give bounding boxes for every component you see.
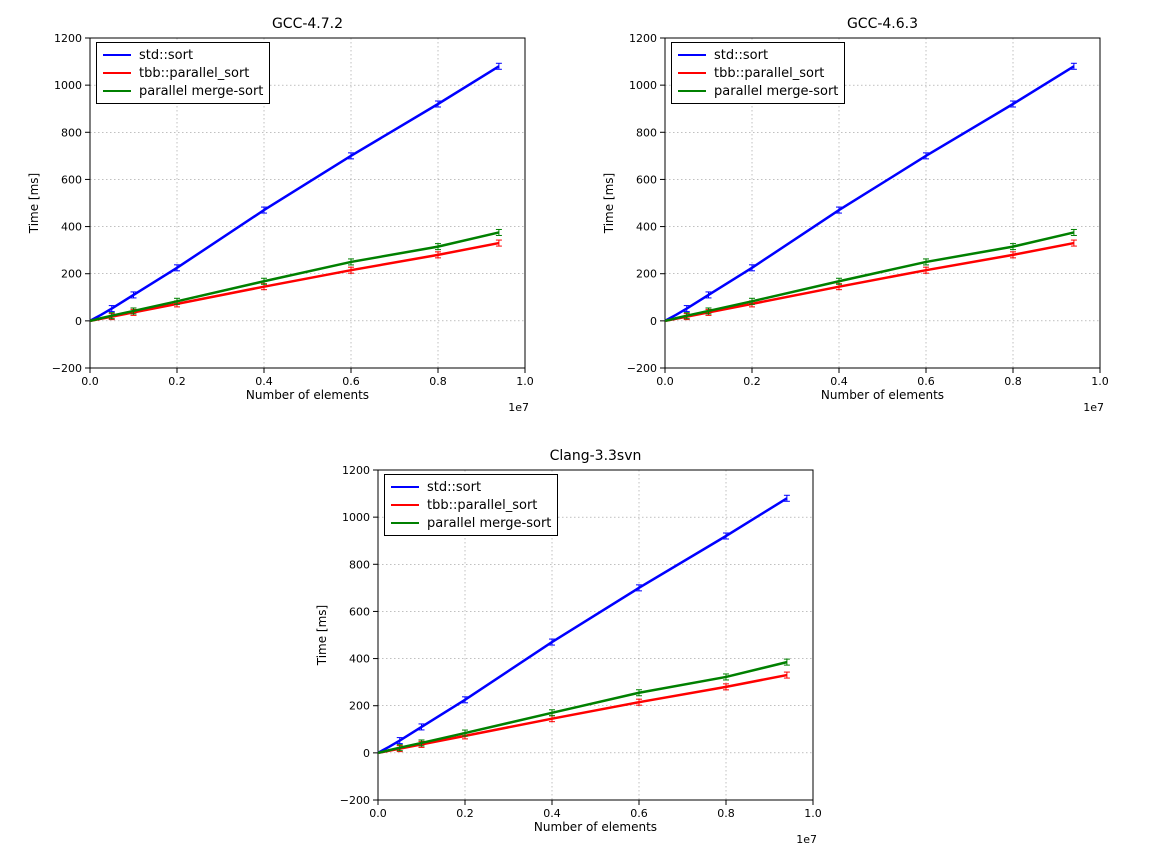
legend-swatch: [678, 54, 706, 56]
legend-item: std::sort: [103, 46, 263, 64]
x-tick-label: 0.8: [1004, 375, 1022, 388]
x-exp-label: 1e7: [796, 833, 817, 846]
legend-item: parallel merge-sort: [391, 514, 551, 532]
x-tick-label: 0.2: [743, 375, 761, 388]
y-tick-label: 800: [61, 126, 82, 139]
y-tick-label: −200: [340, 794, 370, 807]
chart-clang33: Clang-3.3svn Time [ms] Number of element…: [378, 470, 813, 800]
y-tick-label: 400: [636, 221, 657, 234]
x-tick-label: 0.4: [543, 807, 561, 820]
legend-label: tbb::parallel_sort: [714, 66, 824, 81]
y-axis-label: Time [ms]: [315, 605, 329, 666]
legend: std::sorttbb::parallel_sortparallel merg…: [671, 42, 845, 104]
y-tick-label: 200: [636, 268, 657, 281]
legend-swatch: [678, 72, 706, 74]
legend-swatch: [103, 90, 131, 92]
y-axis-label: Time [ms]: [27, 173, 41, 234]
y-axis-label: Time [ms]: [602, 173, 616, 234]
x-exp-label: 1e7: [508, 401, 529, 414]
legend-label: parallel merge-sort: [714, 84, 838, 99]
x-tick-label: 1.0: [516, 375, 534, 388]
x-axis-label: Number of elements: [378, 820, 813, 834]
y-tick-label: 0: [75, 315, 82, 328]
y-tick-label: 200: [349, 700, 370, 713]
x-tick-label: 0.6: [917, 375, 935, 388]
legend-label: std::sort: [139, 48, 193, 63]
y-tick-label: 400: [61, 221, 82, 234]
x-tick-label: 0.2: [456, 807, 474, 820]
y-tick-label: −200: [52, 362, 82, 375]
y-tick-label: 1200: [54, 32, 82, 45]
legend: std::sorttbb::parallel_sortparallel merg…: [96, 42, 270, 104]
y-tick-label: 400: [349, 653, 370, 666]
legend-label: tbb::parallel_sort: [139, 66, 249, 81]
x-tick-label: 0.0: [369, 807, 387, 820]
x-tick-label: 0.8: [429, 375, 447, 388]
y-tick-label: 600: [61, 173, 82, 186]
x-tick-label: 1.0: [804, 807, 822, 820]
legend: std::sorttbb::parallel_sortparallel merg…: [384, 474, 558, 536]
chart-gcc472: GCC-4.7.2 Time [ms] Number of elements 1…: [90, 38, 525, 368]
y-tick-label: 0: [650, 315, 657, 328]
legend-item: tbb::parallel_sort: [103, 64, 263, 82]
x-exp-label: 1e7: [1083, 401, 1104, 414]
legend-label: parallel merge-sort: [427, 516, 551, 531]
y-tick-label: 600: [636, 173, 657, 186]
x-tick-label: 0.8: [717, 807, 735, 820]
x-tick-label: 0.4: [830, 375, 848, 388]
x-tick-label: 0.4: [255, 375, 273, 388]
y-tick-label: 1000: [629, 79, 657, 92]
chart-title: GCC-4.6.3: [665, 16, 1100, 32]
x-axis-label: Number of elements: [665, 388, 1100, 402]
y-tick-label: 800: [636, 126, 657, 139]
legend-swatch: [391, 504, 419, 506]
x-tick-label: 0.0: [656, 375, 674, 388]
legend-swatch: [391, 486, 419, 488]
legend-item: tbb::parallel_sort: [391, 496, 551, 514]
legend-swatch: [103, 72, 131, 74]
x-tick-label: 0.2: [168, 375, 186, 388]
y-tick-label: 1200: [629, 32, 657, 45]
chart-gcc463: GCC-4.6.3 Time [ms] Number of elements 1…: [665, 38, 1100, 368]
y-tick-label: 1000: [342, 511, 370, 524]
legend-item: tbb::parallel_sort: [678, 64, 838, 82]
legend-label: std::sort: [427, 480, 481, 495]
legend-item: std::sort: [391, 478, 551, 496]
y-tick-label: 0: [363, 747, 370, 760]
chart-title: Clang-3.3svn: [378, 448, 813, 464]
y-tick-label: 1200: [342, 464, 370, 477]
chart-title: GCC-4.7.2: [90, 16, 525, 32]
x-tick-label: 0.6: [342, 375, 360, 388]
y-tick-label: −200: [627, 362, 657, 375]
x-tick-label: 0.0: [81, 375, 99, 388]
y-tick-label: 1000: [54, 79, 82, 92]
legend-item: parallel merge-sort: [103, 82, 263, 100]
legend-swatch: [391, 522, 419, 524]
legend-swatch: [678, 90, 706, 92]
legend-item: std::sort: [678, 46, 838, 64]
legend-label: tbb::parallel_sort: [427, 498, 537, 513]
x-axis-label: Number of elements: [90, 388, 525, 402]
x-tick-label: 0.6: [630, 807, 648, 820]
figure: GCC-4.7.2 Time [ms] Number of elements 1…: [0, 0, 1152, 864]
legend-swatch: [103, 54, 131, 56]
legend-item: parallel merge-sort: [678, 82, 838, 100]
x-tick-label: 1.0: [1091, 375, 1109, 388]
legend-label: parallel merge-sort: [139, 84, 263, 99]
y-tick-label: 600: [349, 605, 370, 618]
y-tick-label: 200: [61, 268, 82, 281]
y-tick-label: 800: [349, 558, 370, 571]
legend-label: std::sort: [714, 48, 768, 63]
